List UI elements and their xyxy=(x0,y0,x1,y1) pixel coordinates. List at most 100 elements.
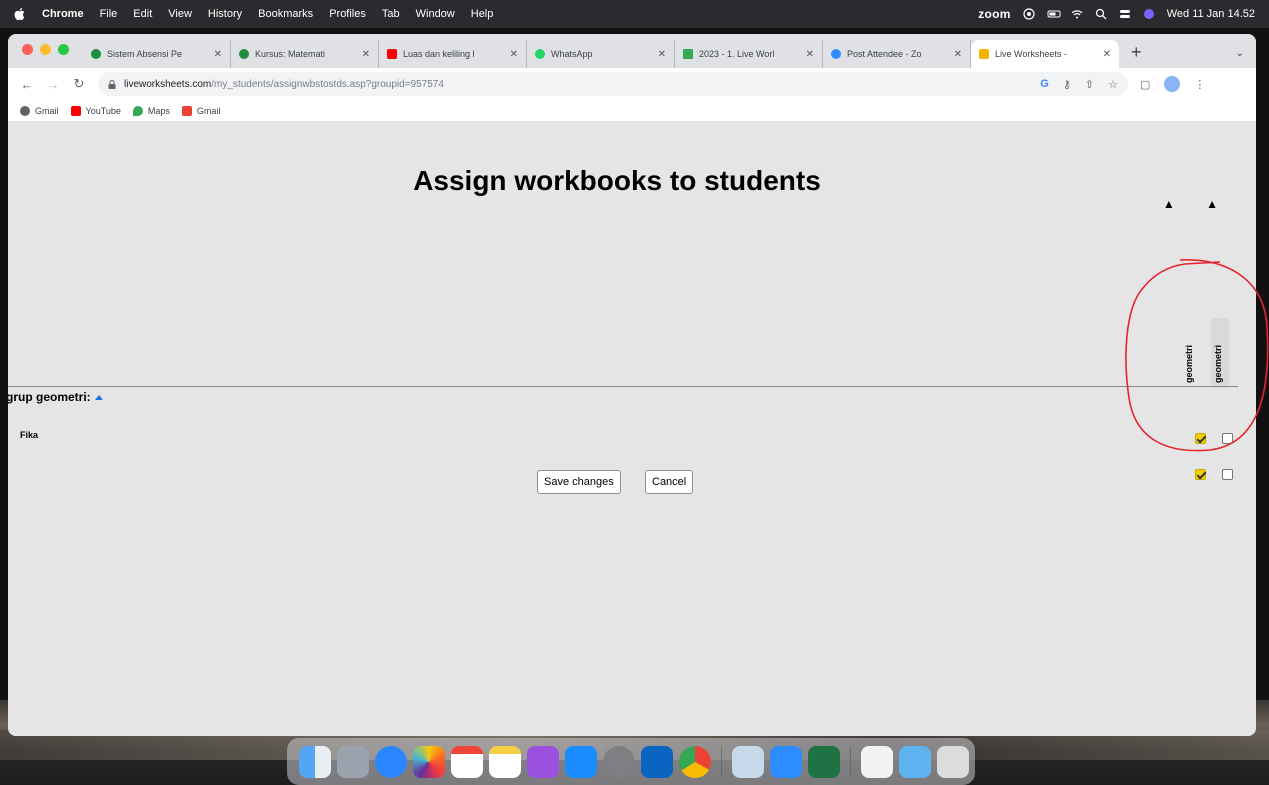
close-icon[interactable]: ✕ xyxy=(362,49,370,60)
close-icon[interactable]: ✕ xyxy=(954,49,962,60)
minimize-window-button[interactable] xyxy=(40,44,51,55)
close-icon[interactable]: ✕ xyxy=(214,49,222,60)
app-store-icon[interactable] xyxy=(565,745,597,778)
forward-arrow-icon[interactable]: → xyxy=(46,77,60,92)
document-icon[interactable] xyxy=(861,745,893,778)
tab-youtube-luas[interactable]: Luas dan keliling l ✕ xyxy=(379,40,527,68)
back-arrow-icon[interactable]: ← xyxy=(20,77,34,92)
group-checkbox-workbook-1[interactable] xyxy=(1195,433,1206,444)
menu-clock[interactable]: Wed 11 Jan 14.52 xyxy=(1167,8,1255,20)
calendar-icon[interactable] xyxy=(451,745,483,778)
bookmark-star-icon[interactable]: ☆ xyxy=(1108,78,1118,91)
trash-icon[interactable] xyxy=(937,745,969,778)
bookmark-gmail-2[interactable]: Gmail xyxy=(181,105,221,116)
bookmark-youtube[interactable]: YouTube xyxy=(70,105,121,116)
group-checkbox-workbook-2[interactable] xyxy=(1222,433,1233,444)
tab-kursus-matematika[interactable]: Kursus: Matemati ✕ xyxy=(231,40,379,68)
share-icon[interactable]: ⇧ xyxy=(1085,78,1094,91)
menu-tab[interactable]: Tab xyxy=(382,8,400,20)
close-icon[interactable]: ✕ xyxy=(658,49,666,60)
tab-whatsapp[interactable]: WhatsApp ✕ xyxy=(527,40,675,68)
column-header-workbook-2: geometri xyxy=(1213,344,1223,383)
zoom-icon xyxy=(831,49,841,59)
tab-label: Post Attendee - Zo xyxy=(847,49,922,59)
chrome-window: Sistem Absensi Pe ✕ Kursus: Matemati ✕ L… xyxy=(8,34,1256,736)
student-checkbox-workbook-1[interactable] xyxy=(1195,469,1206,480)
menu-window[interactable]: Window xyxy=(416,8,455,20)
bookmark-gmail[interactable]: Gmail xyxy=(20,105,59,116)
mac-dock xyxy=(287,738,975,785)
record-icon[interactable] xyxy=(1023,8,1035,20)
chrome-icon[interactable] xyxy=(679,745,711,778)
bookmark-maps[interactable]: Maps xyxy=(132,105,170,116)
menu-view[interactable]: View xyxy=(168,8,192,20)
google-lens-icon[interactable]: G xyxy=(1040,78,1049,91)
system-preferences-icon[interactable] xyxy=(603,745,635,778)
zoom-app-icon[interactable] xyxy=(770,745,802,778)
close-icon[interactable]: ✕ xyxy=(1103,49,1111,60)
save-changes-button[interactable]: Save changes xyxy=(537,470,621,494)
lock-icon[interactable] xyxy=(108,79,116,89)
side-panel-icon[interactable]: ▢ xyxy=(1140,78,1150,91)
liveworksheets-icon xyxy=(979,49,989,59)
key-icon[interactable]: ⚷ xyxy=(1063,78,1071,91)
dock-separator xyxy=(721,746,722,777)
tab-live-worksheets[interactable]: Live Worksheets - ✕ xyxy=(971,40,1119,68)
apple-icon[interactable] xyxy=(12,6,28,22)
menu-profiles[interactable]: Profiles xyxy=(329,8,366,20)
menu-edit[interactable]: Edit xyxy=(133,8,152,20)
table-divider xyxy=(8,386,1238,387)
battery-icon[interactable] xyxy=(1047,8,1061,20)
finder-icon[interactable] xyxy=(299,745,331,778)
tab-label: Live Worksheets - xyxy=(995,49,1067,59)
whatsapp-icon xyxy=(535,49,545,59)
cancel-button[interactable]: Cancel xyxy=(645,470,694,494)
control-center-icon[interactable] xyxy=(1119,8,1131,20)
tab-zoom-attendee[interactable]: Post Attendee - Zo ✕ xyxy=(823,40,971,68)
outlook-icon[interactable] xyxy=(641,745,673,778)
wifi-icon[interactable] xyxy=(1071,8,1083,20)
spotlight-search-icon[interactable] xyxy=(1095,8,1107,20)
tab-label: 2023 - 1. Live Worl xyxy=(699,49,775,59)
gmail-icon xyxy=(181,105,192,116)
screen: Chrome File Edit View History Bookmarks … xyxy=(0,0,1269,785)
preview-icon[interactable] xyxy=(732,745,764,778)
bookmark-label: YouTube xyxy=(85,105,121,116)
student-checkbox-workbook-2[interactable] xyxy=(1222,469,1233,480)
collapse-triangle-icon[interactable] xyxy=(94,394,103,400)
tab-search-chevron-icon[interactable]: ⌄ xyxy=(1236,48,1244,59)
bookmark-label: Gmail xyxy=(196,105,221,116)
address-bar[interactable]: liveworksheets.com/my_students/assignwbs… xyxy=(98,72,1128,96)
map-pin-icon xyxy=(132,105,143,116)
menu-app-chrome[interactable]: Chrome xyxy=(42,8,84,20)
podcasts-icon[interactable] xyxy=(527,745,559,778)
zoom-status-item[interactable]: zoom xyxy=(978,7,1011,21)
excel-icon[interactable] xyxy=(808,745,840,778)
menu-file[interactable]: File xyxy=(100,8,118,20)
reload-icon[interactable]: ↻ xyxy=(72,76,86,92)
bookmarks-bar: Gmail YouTube Maps Gmail xyxy=(8,100,1256,122)
launchpad-icon[interactable] xyxy=(337,745,369,778)
zoom-window-button[interactable] xyxy=(58,44,69,55)
tab-strip: Sistem Absensi Pe ✕ Kursus: Matemati ✕ L… xyxy=(8,34,1256,68)
column-header-workbook-1: geometri xyxy=(1184,344,1194,383)
new-tab-plus-icon[interactable]: + xyxy=(1131,42,1142,63)
safari-icon[interactable] xyxy=(375,745,407,778)
notes-icon[interactable] xyxy=(489,745,521,778)
close-icon[interactable]: ✕ xyxy=(510,49,518,60)
siri-icon[interactable] xyxy=(1143,8,1155,20)
menu-bookmarks[interactable]: Bookmarks xyxy=(258,8,313,20)
profile-avatar[interactable] xyxy=(1164,76,1181,92)
close-icon[interactable]: ✕ xyxy=(806,49,814,60)
more-menu-icon[interactable]: ⋮ xyxy=(1194,78,1205,91)
photos-icon[interactable] xyxy=(413,745,445,778)
tab-google-drive[interactable]: 2023 - 1. Live Worl ✕ xyxy=(675,40,823,68)
sort-arrows[interactable]: ▲ ▲ xyxy=(1163,197,1232,211)
menu-history[interactable]: History xyxy=(208,8,242,20)
globe-icon xyxy=(91,49,101,59)
close-window-button[interactable] xyxy=(22,44,33,55)
tab-sistem-absensi[interactable]: Sistem Absensi Pe ✕ xyxy=(83,40,231,68)
tab-label: Kursus: Matemati xyxy=(255,49,326,59)
menu-help[interactable]: Help xyxy=(471,8,494,20)
folder-icon[interactable] xyxy=(899,745,931,778)
